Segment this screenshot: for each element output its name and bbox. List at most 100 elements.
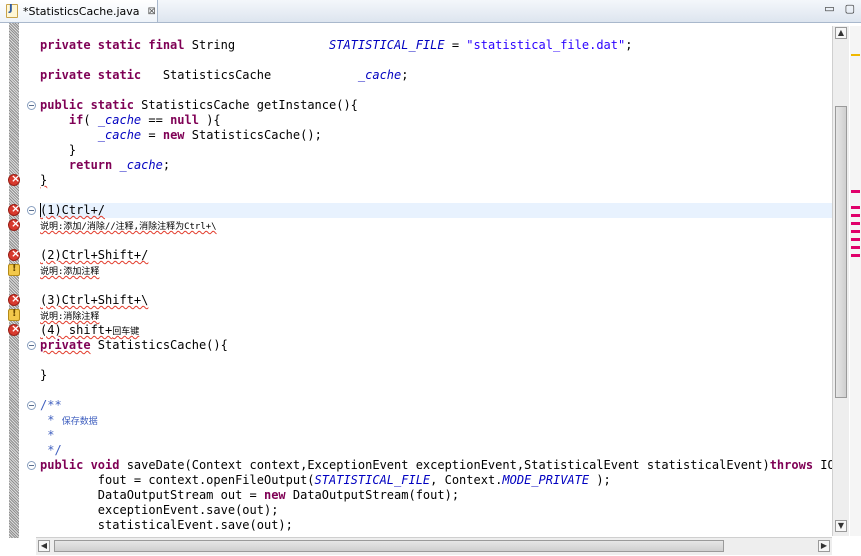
scroll-up-icon[interactable]: ▲ bbox=[835, 27, 847, 39]
code-token: statisticalEvent.save(out); bbox=[40, 518, 293, 532]
code-token: (1)Ctrl+/ bbox=[40, 203, 106, 217]
code-line[interactable]: if( _cache == null ){ bbox=[40, 113, 832, 128]
code-token: null bbox=[170, 113, 199, 127]
code-token: new bbox=[263, 488, 286, 502]
code-line[interactable] bbox=[40, 383, 832, 398]
code-line[interactable] bbox=[40, 188, 832, 203]
code-line[interactable]: private StatisticsCache(){ bbox=[40, 338, 832, 353]
error-marker-icon[interactable] bbox=[8, 292, 20, 306]
code-editor[interactable]: private static final String STATISTICAL_… bbox=[40, 38, 832, 536]
code-line[interactable]: 说明:消除注释 bbox=[40, 308, 832, 323]
code-line[interactable]: (1)Ctrl+/ bbox=[40, 203, 832, 218]
overview-error-mark[interactable] bbox=[851, 246, 860, 249]
scroll-down-icon[interactable]: ▼ bbox=[835, 520, 847, 532]
scroll-left-icon[interactable]: ◀ bbox=[38, 540, 50, 552]
code-token: STATISTICAL_FILE bbox=[329, 38, 445, 52]
code-line[interactable]: } bbox=[40, 368, 832, 383]
error-marker-icon[interactable] bbox=[8, 247, 20, 261]
code-line[interactable] bbox=[40, 353, 832, 368]
code-line[interactable]: fout = context.openFileOutput(STATISTICA… bbox=[40, 473, 832, 488]
text-caret bbox=[40, 203, 41, 217]
code-line[interactable]: /** bbox=[40, 398, 832, 413]
code-token: (2)Ctrl+Shift+/ bbox=[40, 248, 149, 262]
warning-marker-icon[interactable] bbox=[8, 263, 20, 276]
fold-toggle-icon[interactable] bbox=[27, 206, 36, 215]
warning-marker-icon[interactable] bbox=[8, 308, 20, 321]
fold-toggle-icon[interactable] bbox=[27, 401, 36, 410]
vertical-scrollbar[interactable]: ▲ ▼ bbox=[832, 26, 849, 536]
code-line[interactable]: (3)Ctrl+Shift+\ bbox=[40, 293, 832, 308]
minimize-icon[interactable]: ▭ bbox=[824, 2, 834, 15]
code-token: new bbox=[162, 128, 185, 142]
close-icon[interactable]: ⊠ bbox=[148, 6, 156, 17]
overview-ruler[interactable] bbox=[850, 26, 861, 536]
overview-error-mark[interactable] bbox=[851, 238, 860, 241]
tab-statisticscache-java[interactable]: *StatisticsCache.java ⊠ bbox=[0, 0, 158, 22]
vertical-ruler bbox=[9, 23, 19, 538]
code-token: ; bbox=[401, 68, 409, 82]
code-line[interactable]: */ bbox=[40, 443, 832, 458]
code-line[interactable] bbox=[40, 83, 832, 98]
code-token: if bbox=[68, 113, 84, 127]
horizontal-scroll-thumb[interactable] bbox=[54, 540, 724, 552]
horizontal-scrollbar[interactable]: ◀ ▶ bbox=[36, 537, 832, 555]
code-token: (4) shift+ bbox=[40, 323, 113, 337]
code-line[interactable]: exceptionEvent.save(out); bbox=[40, 503, 832, 518]
code-line[interactable]: 说明:添加/消除//注释,消除注释为Ctrl+\ bbox=[40, 218, 832, 233]
code-line[interactable]: _cache = new StatisticsCache(); bbox=[40, 128, 832, 143]
code-token: * bbox=[40, 428, 55, 442]
code-token: return bbox=[68, 158, 113, 172]
code-line[interactable]: } bbox=[40, 173, 832, 188]
code-line[interactable]: private static StatisticsCache _cache; bbox=[40, 68, 832, 83]
editor-tab-bar: *StatisticsCache.java ⊠ ▭ ▢ bbox=[0, 0, 861, 23]
code-token: private bbox=[40, 338, 91, 352]
code-line[interactable]: } bbox=[40, 143, 832, 158]
overview-error-mark[interactable] bbox=[851, 254, 860, 257]
fold-toggle-icon[interactable] bbox=[27, 101, 36, 110]
code-line[interactable] bbox=[40, 53, 832, 68]
code-token: StatisticsCache(){ bbox=[90, 338, 228, 352]
code-line[interactable] bbox=[40, 233, 832, 248]
code-line[interactable]: 说明:添加注释 bbox=[40, 263, 832, 278]
code-token: ; bbox=[162, 158, 171, 172]
code-line[interactable]: public static StatisticsCache getInstanc… bbox=[40, 98, 832, 113]
code-token: StatisticsCache getInstance(){ bbox=[141, 98, 358, 112]
overview-error-mark[interactable] bbox=[851, 190, 860, 193]
code-token: */ bbox=[40, 443, 62, 457]
code-token: == bbox=[141, 113, 171, 127]
overview-error-mark[interactable] bbox=[851, 214, 860, 217]
code-token: 回车键 bbox=[112, 327, 140, 337]
fold-toggle-icon[interactable] bbox=[27, 341, 36, 350]
code-token: ( bbox=[83, 113, 98, 127]
code-token: StatisticsCache bbox=[162, 68, 358, 82]
code-token: exceptionEvent.save(out); bbox=[40, 503, 279, 517]
code-token: String bbox=[191, 38, 329, 52]
code-token: IO bbox=[820, 458, 832, 472]
maximize-icon[interactable]: ▢ bbox=[845, 2, 855, 15]
code-line[interactable]: statisticalEvent.save(out); bbox=[40, 518, 832, 533]
overview-error-mark[interactable] bbox=[851, 222, 860, 225]
vertical-scroll-thumb[interactable] bbox=[835, 106, 847, 398]
code-line[interactable] bbox=[40, 278, 832, 293]
java-file-icon bbox=[6, 3, 18, 18]
scroll-right-icon[interactable]: ▶ bbox=[818, 540, 830, 552]
code-line[interactable]: (4) shift+回车键 bbox=[40, 323, 832, 338]
error-marker-icon[interactable] bbox=[8, 202, 20, 216]
code-line[interactable]: return _cache; bbox=[40, 158, 832, 173]
code-line[interactable]: private static final String STATISTICAL_… bbox=[40, 38, 832, 53]
code-token: STATISTICAL_FILE bbox=[314, 473, 431, 487]
code-line[interactable]: DataOutputStream out = new DataOutputStr… bbox=[40, 488, 832, 503]
code-line[interactable]: * 保存数据 bbox=[40, 413, 832, 428]
code-line[interactable]: * bbox=[40, 428, 832, 443]
code-line[interactable]: (2)Ctrl+Shift+/ bbox=[40, 248, 832, 263]
error-marker-icon[interactable] bbox=[8, 172, 20, 186]
overview-warning-mark[interactable] bbox=[851, 54, 860, 56]
code-token: ){ bbox=[198, 113, 221, 127]
overview-error-mark[interactable] bbox=[851, 230, 860, 233]
code-line[interactable]: public void saveDate(Context context,Exc… bbox=[40, 458, 832, 473]
error-marker-icon[interactable] bbox=[8, 322, 20, 336]
fold-toggle-icon[interactable] bbox=[27, 461, 36, 470]
overview-error-mark[interactable] bbox=[851, 206, 860, 209]
error-marker-icon[interactable] bbox=[8, 217, 20, 231]
